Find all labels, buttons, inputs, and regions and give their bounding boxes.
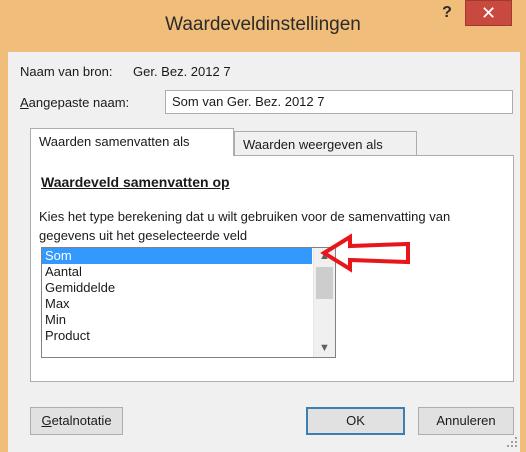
custom-name-label-text: angepaste naam: — [28, 95, 130, 110]
list-item[interactable]: Aantal — [42, 264, 312, 280]
custom-name-input[interactable]: Som van Ger. Bez. 2012 7 — [165, 90, 513, 114]
red-arrow-icon — [320, 233, 410, 273]
description-text: Kies het type berekening dat u wilt gebr… — [39, 209, 451, 243]
close-icon: ✕ — [480, 3, 497, 23]
source-name-label: Naam van bron: — [20, 64, 113, 79]
custom-name-label: Aangepaste naam: — [20, 95, 129, 110]
number-format-label: etalnotatie — [51, 413, 112, 428]
chevron-down-icon[interactable]: ▼ — [314, 340, 335, 357]
cancel-button[interactable]: Annuleren — [418, 407, 514, 435]
tab-summarize-values[interactable]: Waarden samenvatten als — [30, 128, 234, 156]
dialog-window: Waardeveldinstellingen ? ✕ Naam van bron… — [0, 0, 526, 452]
source-name-value: Ger. Bez. 2012 7 — [133, 64, 231, 79]
custom-name-accesskey: A — [20, 95, 29, 110]
tab-show-values-as[interactable]: Waarden weergeven als — [234, 131, 417, 157]
list-item[interactable]: Gemiddelde — [42, 280, 312, 296]
list-item[interactable]: Min — [42, 312, 312, 328]
number-format-button[interactable]: Getalnotatie — [30, 407, 123, 435]
number-format-accesskey: G — [41, 413, 52, 428]
tab-panel: Waardeveld samenvatten op Kies het type … — [30, 155, 514, 382]
list-item[interactable]: Som — [42, 248, 312, 264]
title-bar[interactable]: Waardeveldinstellingen ? ✕ — [0, 0, 526, 52]
section-title: Waardeveld samenvatten op — [41, 174, 230, 190]
dialog-body: Naam van bron: Ger. Bez. 2012 7 Aangepas… — [8, 52, 520, 452]
resize-grip-icon[interactable] — [506, 436, 518, 448]
list-item[interactable]: Product — [42, 328, 312, 344]
ok-button[interactable]: OK — [306, 407, 405, 435]
calculation-listbox[interactable]: Som Aantal Gemiddelde Max Min Product ▲ … — [41, 247, 336, 358]
list-item[interactable]: Max — [42, 296, 312, 312]
close-button[interactable]: ✕ — [465, 0, 512, 26]
help-button[interactable]: ? — [427, 0, 467, 26]
